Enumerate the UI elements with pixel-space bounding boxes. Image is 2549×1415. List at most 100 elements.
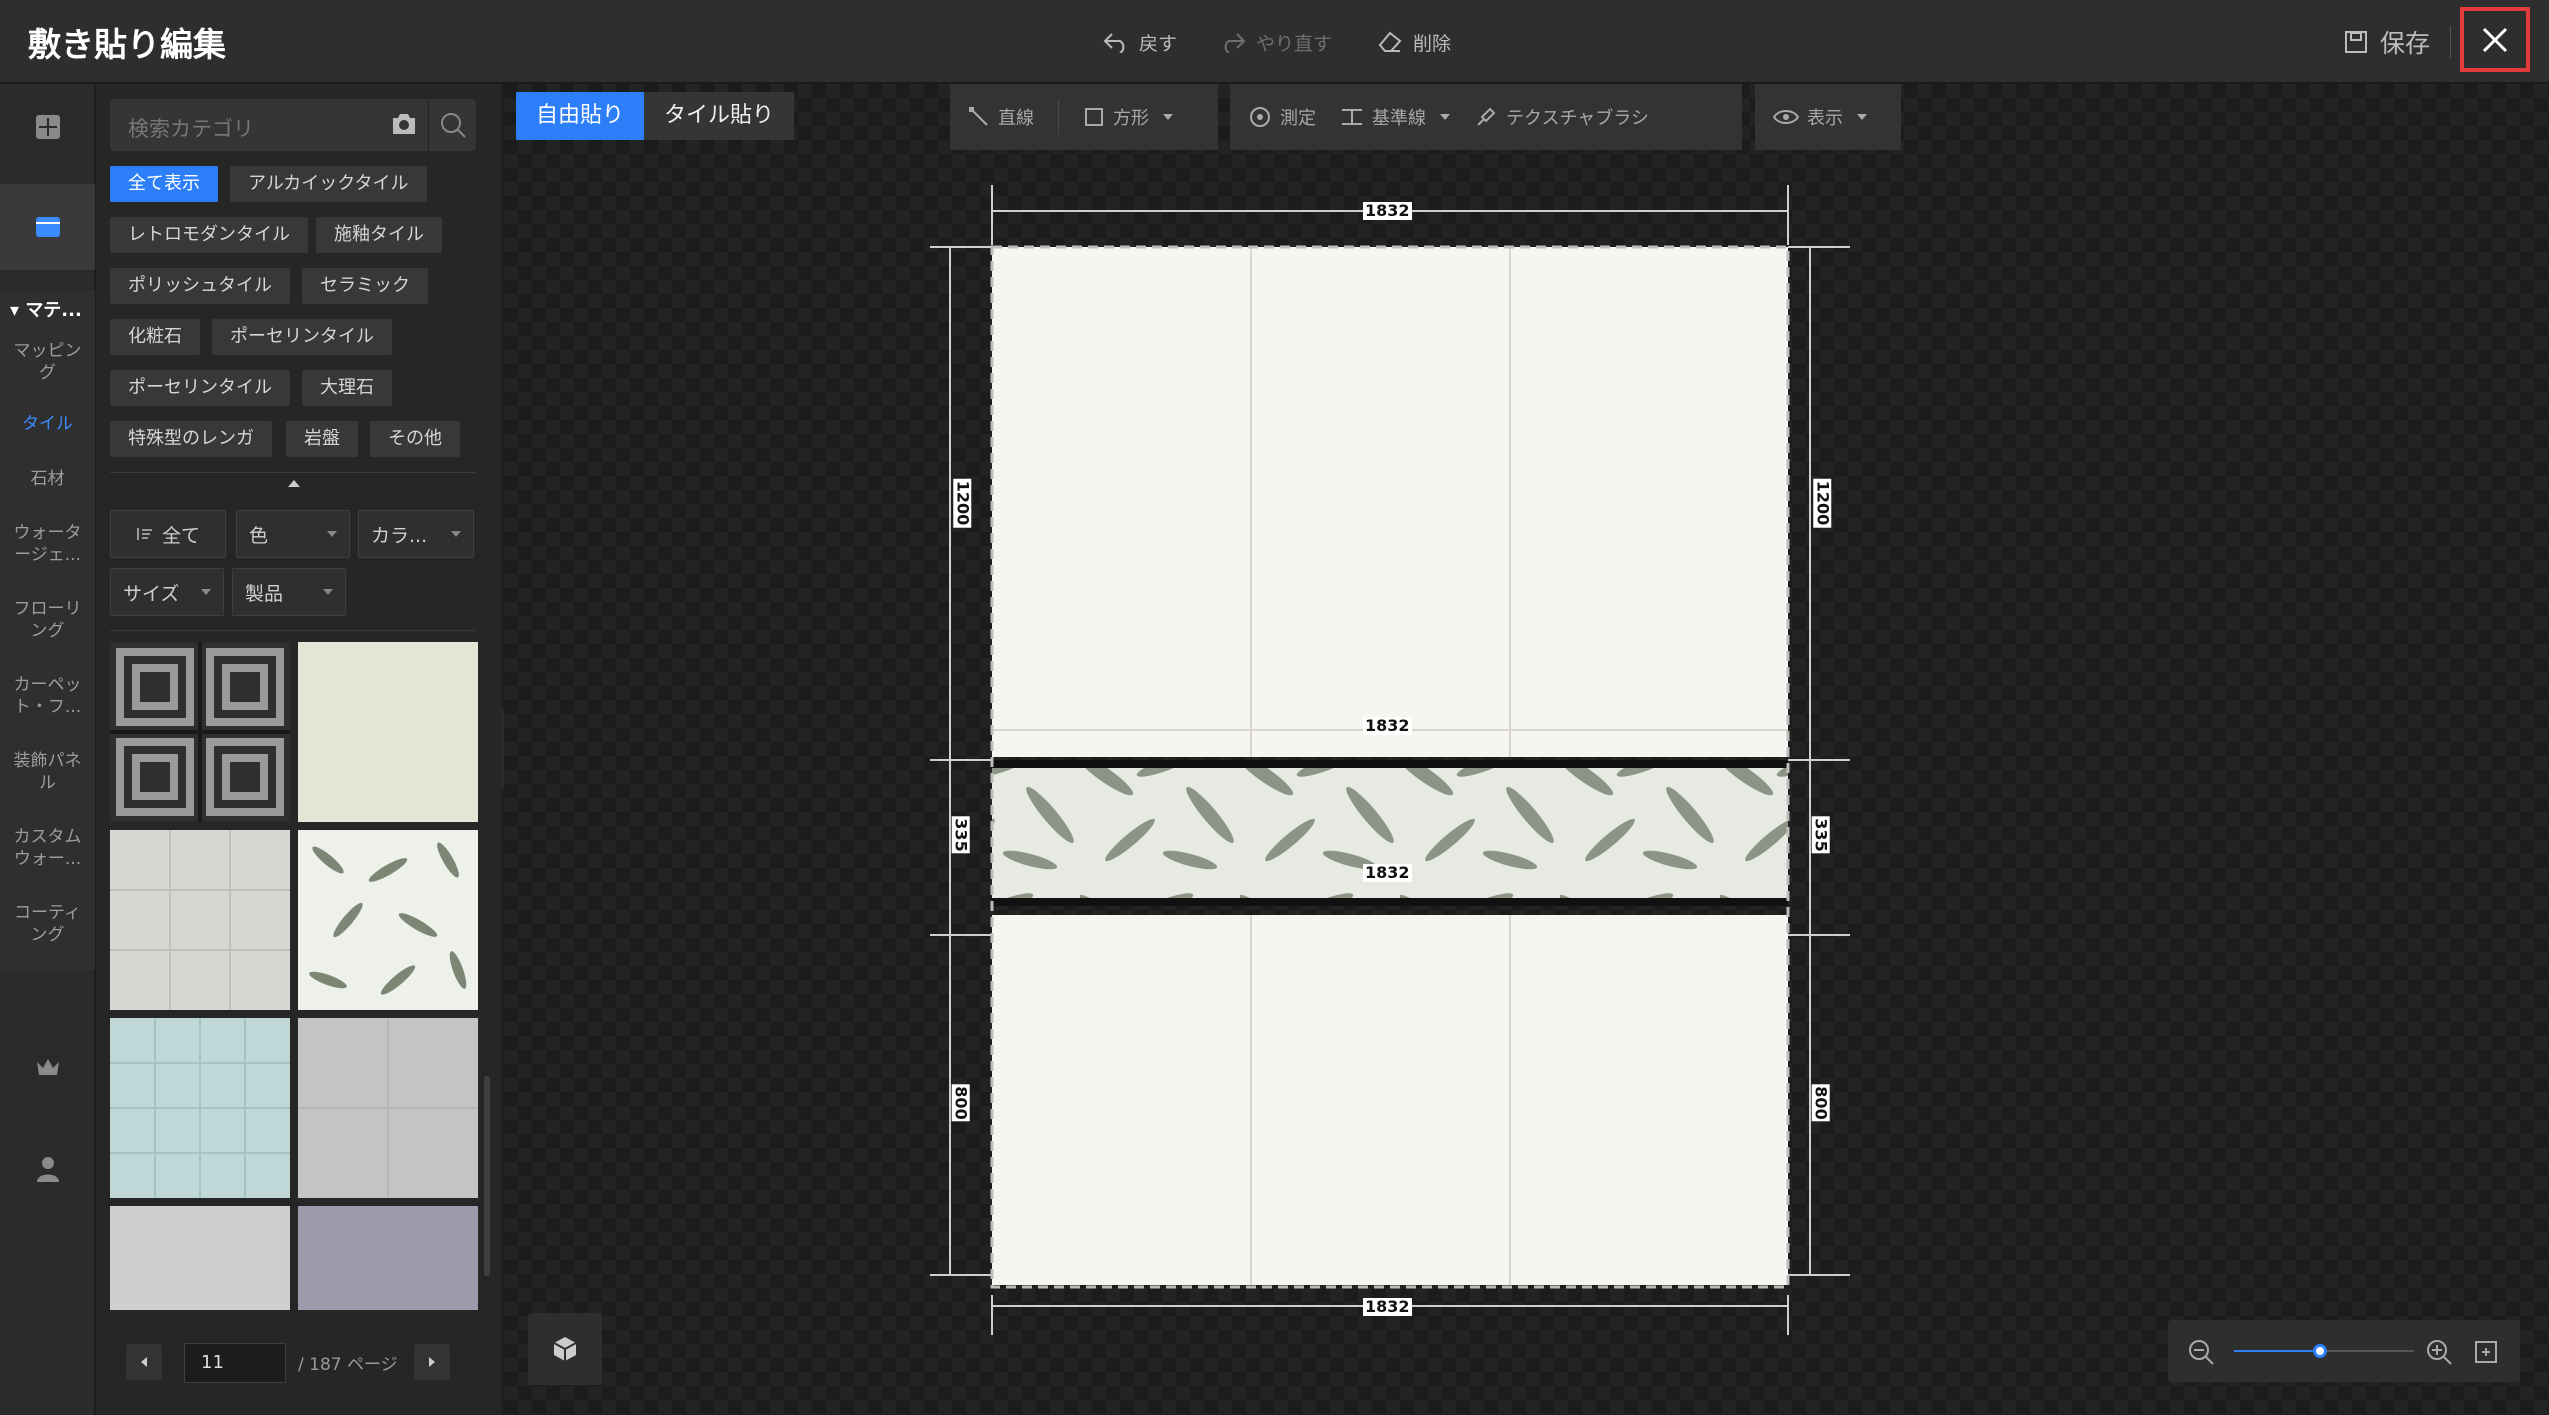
app-title: 敷き貼り編集 <box>28 25 226 64</box>
chip-bedrock[interactable]: 岩盤 <box>286 421 358 457</box>
chip-porcelain[interactable]: ポーセリンタイル <box>212 319 392 355</box>
chip-archaic[interactable]: アルカイックタイル <box>230 166 427 202</box>
rail-item-mapping[interactable]: マッピング <box>4 340 91 384</box>
tile-swatch[interactable] <box>298 830 478 1010</box>
collapse-chips-icon[interactable] <box>288 480 300 487</box>
dim-bottom-width: 1832 <box>1363 1297 1412 1316</box>
rail-dashboard[interactable] <box>0 84 95 170</box>
undo-icon <box>1103 33 1125 53</box>
tile-swatch[interactable] <box>110 642 290 822</box>
mode-tile-paving[interactable]: タイル貼り <box>644 92 795 140</box>
swatch-geometric-image <box>110 642 290 822</box>
product-filter[interactable]: 製品 <box>232 568 346 616</box>
size-filter[interactable]: サイズ <box>110 568 224 616</box>
rail-item-carpet-line1: カーペッ <box>13 675 82 695</box>
zoom-in-icon[interactable] <box>2426 1339 2452 1365</box>
mode-free-paving[interactable]: 自由貼り <box>516 92 645 140</box>
delete-button[interactable]: 削除 <box>1377 24 1451 60</box>
zoom-slider[interactable] <box>2234 1344 2414 1358</box>
undo-button[interactable]: 戻す <box>1103 24 1177 60</box>
rail-item-panel[interactable]: 装飾パネル <box>4 750 91 794</box>
left-rail: ▾ マテ... マッピング タイル 石材 ウォータ ージェ... フローリ ング カ… <box>0 84 95 1415</box>
rail-premium[interactable] <box>0 1024 95 1110</box>
rail-item-stone[interactable]: 石材 <box>4 468 91 490</box>
guide-line-tool[interactable]: 基準線 <box>1340 104 1450 130</box>
rail-item-stone-label: 石材 <box>30 469 65 489</box>
chip-porcelain-2[interactable]: ポーセリンタイル <box>110 370 290 406</box>
camera-icon[interactable] <box>390 111 418 137</box>
swatch-grid-image <box>110 1018 290 1198</box>
redo-label: やり直す <box>1256 32 1333 55</box>
chip-all[interactable]: 全て表示 <box>110 166 218 202</box>
next-page-button[interactable] <box>414 1344 450 1380</box>
rail-item-panel-line1: 装飾パネ <box>13 751 82 771</box>
rail-item-custom[interactable]: カスタム ウォー... <box>4 826 91 870</box>
view-dropdown[interactable]: 表示 <box>1773 104 1867 130</box>
zoom-out-icon[interactable] <box>2188 1339 2214 1365</box>
3d-view-button[interactable] <box>528 1313 602 1385</box>
rail-item-flooring[interactable]: フローリ ング <box>4 598 91 642</box>
chip-retro[interactable]: レトロモダンタイル <box>110 217 308 253</box>
tile-swatch[interactable] <box>298 1018 478 1198</box>
chip-glazed[interactable]: 施釉タイル <box>316 217 442 253</box>
floor-plan[interactable] <box>920 175 1850 1350</box>
chevron-down-icon <box>451 531 461 537</box>
chip-special-brick[interactable]: 特殊型のレンガ <box>110 421 272 457</box>
rail-materials[interactable] <box>0 184 95 270</box>
rail-item-waterjet[interactable]: ウォータ ージェ... <box>4 522 91 566</box>
chip-marble[interactable]: 大理石 <box>302 370 392 406</box>
rail-item-custom-line2: ウォー... <box>13 849 82 869</box>
panel-scrollbar[interactable] <box>484 1076 490 1276</box>
chip-other[interactable]: その他 <box>370 421 460 457</box>
rect-tool[interactable]: 方形 <box>1083 104 1173 130</box>
rail-item-mapping-line1: マッピン <box>13 341 82 361</box>
guide-line-icon <box>1342 109 1362 125</box>
dim-left-top-height: 1200 <box>953 478 973 528</box>
user-icon <box>36 1157 59 1182</box>
chip-ceramic[interactable]: セラミック <box>302 268 428 304</box>
guide-line-label: 基準線 <box>1372 108 1426 129</box>
fit-screen-icon[interactable] <box>2474 1340 2498 1364</box>
rail-item-coating[interactable]: コーティ ング <box>4 902 91 946</box>
colour-filter-2[interactable]: カラ... <box>358 510 474 558</box>
close-button[interactable] <box>2460 7 2530 72</box>
expand-caret-icon: ▾ <box>10 300 26 321</box>
search-input[interactable]: 検索カテゴリ <box>128 113 254 143</box>
tile-swatch[interactable] <box>298 1206 478 1310</box>
tile-swatch[interactable] <box>110 1206 290 1310</box>
floor-section-top[interactable] <box>992 247 1788 757</box>
top-bar: 敷き貼り編集 戻す やり直す 削除 保存 <box>0 0 2549 83</box>
chevron-left-icon <box>141 1357 147 1367</box>
sort-icon <box>136 528 152 540</box>
sort-all-button[interactable]: 全て <box>110 510 226 558</box>
color-filter[interactable]: 色 <box>236 510 350 558</box>
dim-band-width: 1832 <box>1363 863 1412 882</box>
floor-section-bottom[interactable] <box>992 915 1788 1285</box>
redo-button[interactable]: やり直す <box>1220 24 1332 60</box>
draw-tools: 直線 方形 <box>950 84 1218 150</box>
undo-label: 戻す <box>1139 32 1178 55</box>
zoom-slider-handle[interactable] <box>2313 1344 2328 1358</box>
rail-item-coating-line2: ング <box>30 925 65 945</box>
rail-item-tile[interactable]: タイル <box>4 413 91 435</box>
tile-swatch[interactable] <box>298 642 478 822</box>
tile-swatch[interactable] <box>110 1018 290 1198</box>
texture-brush-tool[interactable]: テクスチャブラシ <box>1474 104 1649 130</box>
material-group-label[interactable]: ▾ マテ... <box>10 296 82 322</box>
tile-swatch[interactable] <box>110 830 290 1010</box>
eraser-icon <box>1378 31 1402 52</box>
line-tool[interactable]: 直線 <box>968 104 1034 130</box>
rail-account[interactable] <box>0 1126 95 1212</box>
page-number-input[interactable]: 11 <box>184 1343 286 1383</box>
save-label: 保存 <box>2380 29 2431 58</box>
size-filter-label: サイズ <box>123 582 180 605</box>
search-button[interactable] <box>428 99 476 151</box>
measure-tool[interactable]: 測定 <box>1248 104 1316 130</box>
rail-item-carpet[interactable]: カーペッ ト・フ... <box>4 674 91 718</box>
chip-polished[interactable]: ポリッシュタイル <box>110 268 290 304</box>
prev-page-button[interactable] <box>126 1344 162 1380</box>
save-button[interactable]: 保存 <box>2344 24 2430 60</box>
chip-cosmetic-stone[interactable]: 化粧石 <box>110 319 200 355</box>
dim-top-width: 1832 <box>1363 201 1412 220</box>
page-total: / 187 ページ <box>298 1355 398 1375</box>
